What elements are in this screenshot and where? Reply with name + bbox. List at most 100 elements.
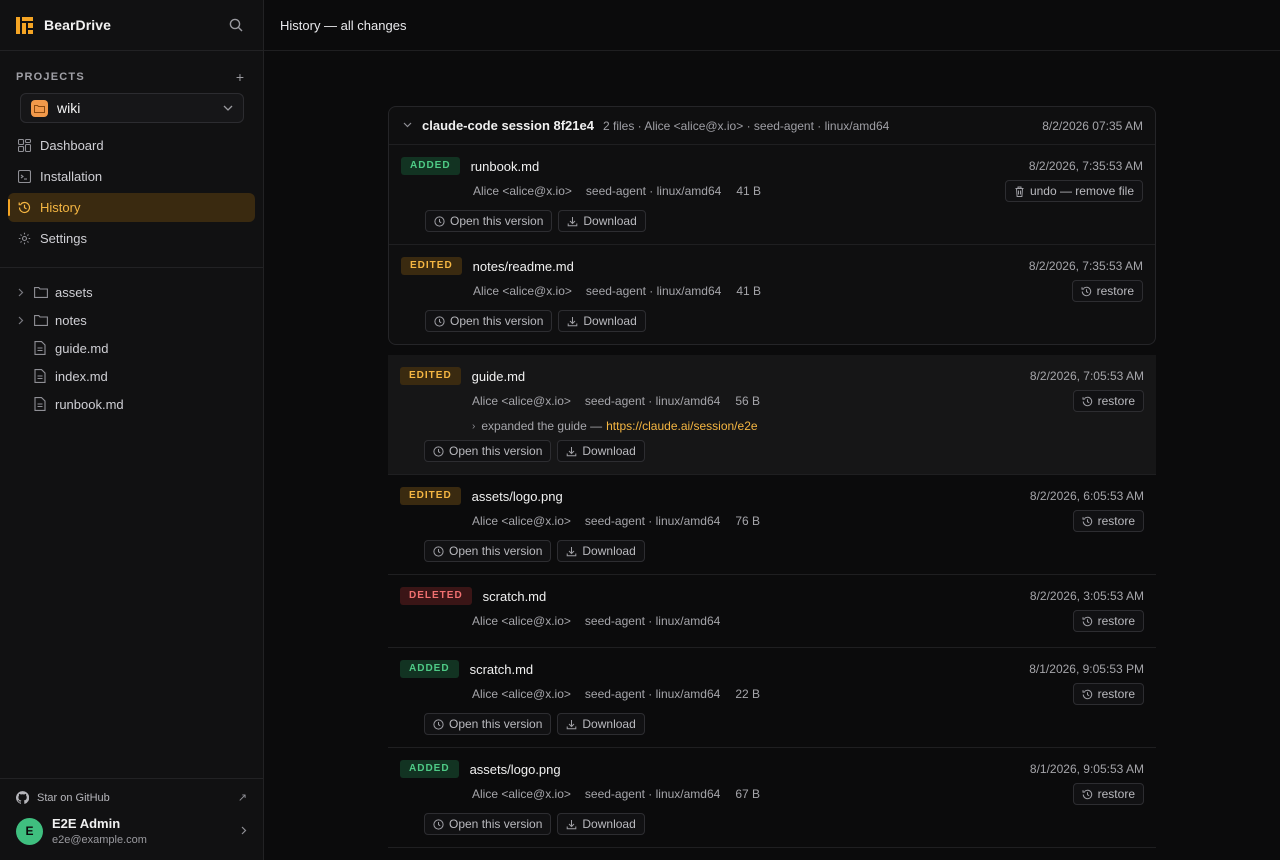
- external-link-icon: ↗: [237, 792, 247, 804]
- open-version-button[interactable]: Open this version: [425, 210, 553, 232]
- history-icon: [1082, 689, 1093, 700]
- entry-agent: seed-agent · linux/amd64: [584, 787, 721, 801]
- tree-folder-notes[interactable]: notes: [8, 306, 255, 334]
- history-icon: [18, 201, 31, 214]
- session-header[interactable]: claude-code session 8f21e4 2 files · Ali…: [389, 107, 1155, 145]
- entry-author: Alice <alice@x.io>: [472, 614, 571, 628]
- open-version-button[interactable]: Open this version: [424, 813, 552, 835]
- history-list: claude-code session 8f21e4 2 files · Ali…: [388, 106, 1156, 848]
- undo-remove-file-button[interactable]: undo — remove file: [1004, 180, 1143, 202]
- search-button[interactable]: [225, 14, 247, 36]
- avatar: E: [16, 817, 43, 845]
- folder-icon: [34, 285, 48, 299]
- entry-author: Alice <alice@x.io>: [472, 787, 571, 801]
- download-button[interactable]: Download: [557, 713, 645, 735]
- status-badge: ADDED: [400, 760, 459, 778]
- search-icon: [229, 18, 243, 32]
- file-name[interactable]: assets/logo.png: [470, 762, 1030, 777]
- download-icon: [567, 316, 578, 327]
- user-menu[interactable]: E E2E Admin e2e@example.com: [16, 816, 247, 846]
- chevron-right-icon[interactable]: [18, 316, 28, 325]
- history-icon: [1082, 516, 1093, 527]
- star-on-github-link[interactable]: Star on GitHub ↗: [16, 791, 247, 804]
- file-name[interactable]: scratch.md: [483, 589, 1030, 604]
- entry-time: 8/2/2026, 7:35:53 AM: [1028, 259, 1143, 273]
- commit-note[interactable]: › expanded the guide — https://claude.ai…: [400, 416, 1144, 436]
- open-version-button[interactable]: Open this version: [424, 540, 552, 562]
- project-selector[interactable]: wiki: [20, 93, 244, 123]
- sidebar-item-installation[interactable]: Installation: [8, 162, 255, 191]
- sidebar-item-label: Settings: [40, 231, 87, 246]
- entry-time: 8/2/2026, 3:05:53 AM: [1029, 589, 1144, 603]
- file-name[interactable]: scratch.md: [470, 662, 1030, 677]
- restore-label: restore: [1097, 687, 1135, 701]
- tree-item-label: runbook.md: [55, 396, 124, 412]
- tree-item-label: assets: [55, 284, 93, 300]
- file-name[interactable]: notes/readme.md: [473, 259, 1029, 274]
- status-badge: ADDED: [401, 157, 460, 175]
- download-button[interactable]: Download: [557, 440, 645, 462]
- chevron-right-icon[interactable]: [18, 288, 28, 297]
- sidebar-item-label: Dashboard: [40, 138, 104, 153]
- session-link[interactable]: https://claude.ai/session/e2e: [606, 419, 757, 433]
- file-name[interactable]: guide.md: [472, 369, 1030, 384]
- restore-button[interactable]: restore: [1072, 510, 1144, 532]
- sidebar-item-history[interactable]: History: [8, 193, 255, 222]
- note-text: expanded the guide —: [481, 419, 603, 433]
- chevron-down-icon[interactable]: [403, 120, 412, 131]
- file-name[interactable]: runbook.md: [471, 159, 1029, 174]
- entry-author: Alice <alice@x.io>: [473, 284, 572, 298]
- download-button[interactable]: Download: [558, 310, 646, 332]
- download-button[interactable]: Download: [558, 210, 646, 232]
- restore-button[interactable]: restore: [1072, 783, 1144, 805]
- sidebar-item-dashboard[interactable]: Dashboard: [8, 131, 255, 160]
- entry-agent: seed-agent · linux/amd64: [585, 184, 722, 198]
- restore-button[interactable]: restore: [1071, 280, 1143, 302]
- beardrive-logo-icon[interactable]: [16, 16, 33, 34]
- download-button[interactable]: Download: [557, 813, 645, 835]
- entry-size: 56 B: [735, 394, 761, 408]
- open-label: Open this version: [450, 214, 544, 228]
- clock-icon: [433, 545, 444, 557]
- session-title: claude-code session 8f21e4: [422, 118, 594, 133]
- undo-label: undo — remove file: [1029, 184, 1134, 198]
- entry-author: Alice <alice@x.io>: [472, 394, 571, 408]
- history-icon: [1082, 616, 1093, 627]
- file-name[interactable]: assets/logo.png: [472, 489, 1030, 504]
- history-entry: DELETED scratch.md 8/2/2026, 3:05:53 AM …: [388, 575, 1156, 648]
- tree-file-index[interactable]: index.md: [8, 362, 255, 390]
- restore-button[interactable]: restore: [1072, 390, 1144, 412]
- entry-time: 8/1/2026, 9:05:53 PM: [1029, 662, 1144, 676]
- download-label: Download: [582, 444, 636, 458]
- app-name: BearDrive: [44, 17, 112, 33]
- tree-file-runbook[interactable]: runbook.md: [8, 390, 255, 418]
- history-icon: [1082, 789, 1093, 800]
- entry-time: 8/2/2026, 6:05:53 AM: [1029, 489, 1144, 503]
- restore-label: restore: [1097, 614, 1135, 628]
- tree-folder-assets[interactable]: assets: [8, 278, 255, 306]
- user-name: E2E Admin: [52, 816, 121, 831]
- status-badge: ADDED: [400, 660, 459, 678]
- open-version-button[interactable]: Open this version: [425, 310, 553, 332]
- history-entry: EDITED guide.md 8/2/2026, 7:05:53 AM Ali…: [388, 355, 1156, 475]
- session-group: claude-code session 8f21e4 2 files · Ali…: [388, 106, 1156, 345]
- file-icon: [34, 341, 48, 355]
- open-version-button[interactable]: Open this version: [424, 440, 552, 462]
- entry-agent: seed-agent · linux/amd64: [584, 687, 721, 701]
- file-tree: assets notes guide.md index.md runbook.m…: [0, 278, 263, 418]
- open-version-button[interactable]: Open this version: [424, 713, 552, 735]
- dashboard-icon: [18, 139, 31, 152]
- sidebar-footer: Star on GitHub ↗ E E2E Admin e2e@example…: [0, 778, 263, 860]
- download-label: Download: [583, 214, 637, 228]
- restore-button[interactable]: restore: [1072, 610, 1144, 632]
- sidebar-item-settings[interactable]: Settings: [8, 224, 255, 253]
- download-label: Download: [583, 314, 637, 328]
- sidebar: BearDrive PROJECTS + wiki Dashboard Inst…: [0, 0, 264, 860]
- add-project-button[interactable]: +: [233, 69, 247, 85]
- download-button[interactable]: Download: [557, 540, 645, 562]
- history-icon: [1081, 286, 1092, 297]
- restore-button[interactable]: restore: [1072, 683, 1144, 705]
- brand-bar: BearDrive: [0, 0, 263, 51]
- download-icon: [566, 546, 577, 557]
- tree-file-guide[interactable]: guide.md: [8, 334, 255, 362]
